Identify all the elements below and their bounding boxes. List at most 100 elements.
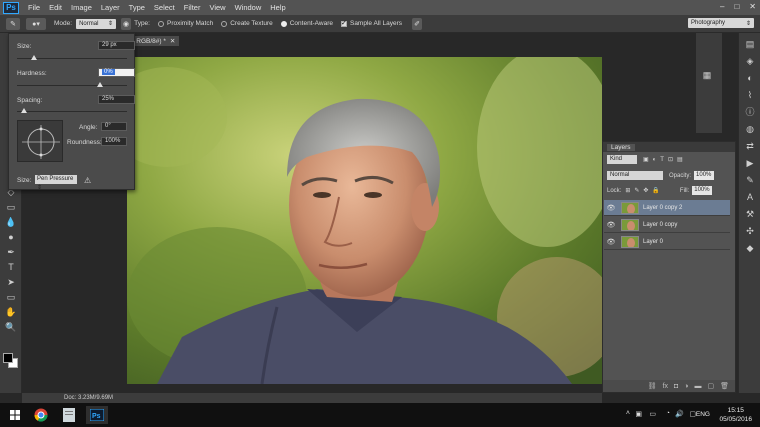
proximity-match-radio[interactable] — [157, 20, 164, 27]
kind-filter-select[interactable]: Kind — [607, 155, 637, 164]
menu-edit[interactable]: Edit — [49, 3, 62, 12]
path-selection-tool-icon[interactable]: ➤ — [4, 276, 18, 288]
spacing-input[interactable]: 25% — [98, 95, 135, 104]
hand-tool-icon[interactable]: ✋ — [4, 306, 18, 318]
angle-roundness-widget[interactable] — [17, 120, 63, 162]
workspace-select[interactable]: Photography ⇕ — [688, 18, 754, 28]
spacing-slider-knob[interactable] — [20, 108, 27, 113]
pressure-size-icon[interactable]: ✐ — [412, 17, 423, 30]
close-button[interactable]: ✕ — [749, 2, 756, 11]
menu-window[interactable]: Window — [235, 3, 262, 12]
layers-panel-icon[interactable]: ◆ — [743, 242, 757, 254]
menu-filter[interactable]: Filter — [184, 3, 201, 12]
new-layer-icon[interactable]: ▢ — [707, 382, 714, 390]
layer-style-icon[interactable]: fx — [663, 383, 668, 390]
lock-icons[interactable]: ⊞✎✥🔒 — [625, 187, 664, 194]
pressure-size-label: Size: — [17, 177, 32, 184]
info-panel-icon[interactable]: ⓘ — [743, 106, 757, 118]
system-clock[interactable]: 15:15 05/05/2016 — [719, 406, 752, 424]
menu-image[interactable]: Image — [71, 3, 92, 12]
size-slider-knob[interactable] — [30, 55, 37, 60]
opacity-input[interactable]: 100% — [694, 171, 715, 180]
layer-row[interactable]: 👁 Layer 0 copy — [604, 217, 730, 233]
tool-presets-panel-icon[interactable]: ✣ — [743, 225, 757, 237]
filter-icons[interactable]: ▣◐T⊡▤ — [643, 156, 687, 163]
minimize-button[interactable]: – — [720, 2, 724, 11]
mode-select[interactable]: Normal ⇕ — [76, 18, 117, 29]
menu-file[interactable]: File — [28, 3, 40, 12]
create-texture-radio[interactable] — [221, 20, 228, 27]
adjustment-layer-icon[interactable]: ◑ — [684, 383, 688, 390]
blur-tool-icon[interactable]: 💧 — [4, 216, 18, 228]
brush-preset-picker[interactable]: ●▾ — [26, 17, 46, 30]
pen-pressure-select[interactable]: Pen Pressure ⇕ — [35, 175, 77, 191]
spacing-slider-track[interactable] — [17, 111, 127, 112]
hardness-input[interactable]: 0% — [98, 68, 135, 77]
menu-layer[interactable]: Layer — [101, 3, 120, 12]
dodge-tool-icon[interactable]: ● — [4, 231, 18, 243]
type-tool-icon[interactable]: T — [4, 261, 18, 273]
sample-all-layers-checkbox[interactable] — [340, 19, 347, 27]
zoom-tool-icon[interactable]: 🔍 — [4, 321, 18, 333]
eye-icon[interactable]: 👁 — [605, 221, 617, 229]
new-group-icon[interactable]: ▬ — [694, 383, 701, 390]
clone-source-panel-icon[interactable]: ⚒ — [743, 208, 757, 220]
close-tab-icon[interactable]: ✕ — [170, 37, 175, 45]
styles-panel-icon[interactable]: ⌇ — [743, 89, 757, 101]
swatches-panel-icon[interactable]: ◈ — [743, 55, 757, 67]
spot-healing-brush-icon[interactable]: ✎ — [6, 17, 20, 30]
hardness-slider-track[interactable] — [17, 85, 127, 86]
status-bar: Doc: 3.23M/9.69M — [22, 393, 602, 403]
rectangle-tool-icon[interactable]: ▭ — [4, 291, 18, 303]
fill-input[interactable]: 100% — [692, 186, 713, 195]
eye-icon[interactable]: 👁 — [605, 238, 617, 246]
brush-settings-popup: Size: 29 px Hardness: 0% Spacing: 25% An… — [8, 33, 135, 191]
tray-chevron-icon[interactable]: ˄ — [626, 410, 630, 417]
eye-icon[interactable]: 👁 — [605, 204, 617, 212]
color-panel-icon[interactable]: ▤ — [743, 38, 757, 50]
add-mask-icon[interactable]: ◘ — [674, 383, 678, 390]
roundness-input[interactable]: 100% — [101, 137, 127, 146]
delete-layer-icon[interactable]: 🗑 — [720, 382, 729, 390]
menu-view[interactable]: View — [209, 3, 225, 12]
volume-icon[interactable]: 🔊 — [675, 410, 684, 418]
menu-select[interactable]: Select — [154, 3, 175, 12]
layer-row[interactable]: 👁 Layer 0 copy 2 — [604, 200, 730, 216]
menu-help[interactable]: Help — [270, 3, 285, 12]
paths-panel-icon[interactable]: ⇄ — [743, 140, 757, 152]
pen-tool-icon[interactable]: ✒ — [4, 246, 18, 258]
link-layers-icon[interactable]: ⛓ — [648, 382, 657, 390]
angle-input[interactable]: 0° — [101, 122, 127, 131]
blend-mode-select[interactable]: Normal — [607, 171, 663, 180]
content-aware-radio[interactable] — [280, 20, 287, 27]
chrome-icon[interactable] — [32, 406, 50, 424]
wifi-icon[interactable]: ◔ — [666, 410, 670, 417]
color-swatches[interactable] — [3, 353, 19, 369]
adjustments-panel-icon[interactable]: ◐ — [743, 72, 757, 84]
photoshop-taskbar-icon[interactable]: Ps — [86, 406, 108, 424]
gradient-tool-icon[interactable]: ▭ — [4, 201, 18, 213]
language-indicator[interactable]: ENG — [696, 411, 710, 418]
actions-panel-icon[interactable]: ▶ — [743, 157, 757, 169]
channels-panel-icon[interactable]: ◍ — [743, 123, 757, 135]
type-label: Type: — [134, 20, 150, 27]
maximize-button[interactable]: □ — [734, 2, 739, 11]
foreground-color-swatch[interactable] — [3, 353, 13, 363]
battery-icon[interactable]: ▭ — [649, 410, 656, 418]
hardness-value: 0% — [102, 69, 115, 75]
network-icon[interactable]: ▣ — [635, 410, 642, 418]
brush-panel-icon[interactable]: ✎ — [743, 174, 757, 186]
pressure-icon[interactable]: ◉ — [121, 17, 132, 30]
size-input[interactable]: 29 px — [98, 41, 135, 50]
windows-start-icon[interactable] — [6, 406, 24, 424]
history-icon[interactable]: ▦ — [700, 69, 714, 81]
file-explorer-icon[interactable] — [60, 406, 78, 424]
layer-row[interactable]: 👁 Layer 0 — [604, 234, 730, 250]
photoshop-logo: Ps — [3, 1, 19, 14]
layers-tab[interactable]: Layers — [607, 143, 635, 151]
collapsed-panel-column: ▦ — [696, 33, 722, 133]
photo-canvas[interactable] — [127, 57, 602, 384]
character-panel-icon[interactable]: A — [743, 191, 757, 203]
hardness-slider-knob[interactable] — [96, 82, 103, 87]
menu-type[interactable]: Type — [129, 3, 145, 12]
